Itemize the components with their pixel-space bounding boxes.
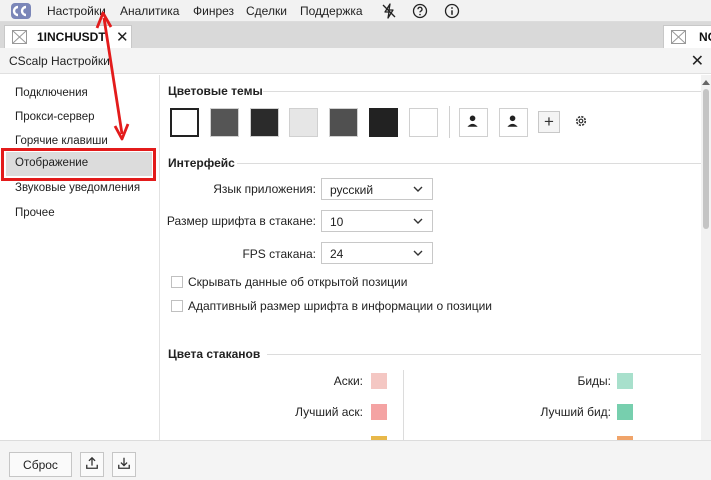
best-ask-color-swatch[interactable]: [371, 404, 387, 420]
sidebar-item-hotkeys[interactable]: Горячие клавиши: [15, 135, 108, 147]
add-theme-button[interactable]: +: [538, 111, 560, 133]
user-theme-icon: [467, 115, 478, 127]
best-ask-label: Лучший аск:: [295, 405, 363, 419]
custom-theme-button-2[interactable]: [499, 108, 528, 137]
custom-theme-button-1[interactable]: [459, 108, 488, 137]
theme-swatch-mid-gray[interactable]: [329, 108, 358, 137]
top-menu-bar: Настройки Аналитика Финрез Сделки Поддер…: [0, 0, 711, 22]
color-columns-separator: [403, 370, 404, 440]
sidebar-item-sound-notifications[interactable]: Звуковые уведомления: [15, 182, 140, 194]
instrument-tab-bar: 1INCHUSDT ✕ NC: [0, 22, 711, 48]
hide-position-checkbox[interactable]: [171, 276, 183, 288]
scroll-up-icon[interactable]: [702, 80, 710, 85]
theme-swatch-gray[interactable]: [210, 108, 239, 137]
user-theme-icon: [507, 115, 518, 127]
content-scrollbar[interactable]: [701, 75, 711, 440]
section-title-color-themes: Цветовые темы: [168, 84, 263, 98]
font-size-value: 10: [330, 215, 344, 229]
sidebar-item-proxy[interactable]: Прокси-сервер: [15, 111, 95, 123]
font-size-select[interactable]: 10: [321, 210, 433, 232]
bids-color-swatch[interactable]: [617, 373, 633, 389]
section-title-book-colors: Цвета стаканов: [168, 347, 261, 361]
settings-footer: Сброс: [0, 440, 711, 480]
asks-label: Аски:: [333, 374, 363, 388]
upload-icon: [86, 456, 98, 469]
best-bid-label: Лучший бид:: [540, 405, 611, 419]
window-title: CScalp Настройки: [9, 54, 110, 68]
adaptive-font-checkbox[interactable]: [171, 300, 183, 312]
theme-swatch-dark[interactable]: [250, 108, 279, 137]
info-icon[interactable]: [444, 3, 460, 19]
instrument-placeholder-icon: [671, 30, 686, 44]
chevron-down-icon: [413, 250, 423, 256]
menu-finrez[interactable]: Финрез: [193, 4, 234, 18]
close-window-icon[interactable]: ✕: [691, 51, 704, 71]
language-label: Язык приложения:: [213, 182, 316, 196]
bids-label: Биды:: [577, 374, 611, 388]
theme-swatch-white[interactable]: [170, 108, 199, 137]
section-title-interface: Интерфейс: [168, 156, 235, 170]
close-icon[interactable]: ✕: [116, 28, 129, 46]
settings-sidebar: Подключения Прокси-сервер Горячие клавиш…: [0, 75, 160, 440]
chevron-down-icon: [413, 186, 423, 192]
settings-content: Цветовые темы + Интерфейс Язык приложени…: [161, 75, 701, 440]
chevron-down-icon: [413, 218, 423, 224]
menu-support[interactable]: Поддержка: [300, 4, 363, 18]
theme-swatch-light-gray[interactable]: [289, 108, 318, 137]
menu-settings[interactable]: Настройки: [47, 4, 106, 18]
language-value: русский: [330, 183, 374, 197]
help-icon[interactable]: [412, 3, 428, 19]
annotation-highlight-box: [1, 148, 156, 181]
theme-swatch-white-2[interactable]: [409, 108, 438, 137]
fps-label: FPS стакана:: [242, 247, 316, 261]
theme-swatch-black[interactable]: [369, 108, 398, 137]
settings-window-header: CScalp Настройки ✕: [0, 48, 711, 74]
language-select[interactable]: русский: [321, 178, 433, 200]
section-divider: [237, 163, 701, 164]
tab-1inchusdt[interactable]: 1INCHUSDT ✕: [4, 25, 132, 48]
export-button[interactable]: [80, 452, 104, 477]
tab-label: 1INCHUSDT: [37, 30, 106, 44]
theme-separator: [449, 106, 450, 138]
lightning-off-icon[interactable]: [381, 3, 397, 19]
asks-color-swatch[interactable]: [371, 373, 387, 389]
fps-value: 24: [330, 247, 344, 261]
best-bid-color-swatch[interactable]: [617, 404, 633, 420]
menu-analytics[interactable]: Аналитика: [120, 4, 179, 18]
scroll-thumb[interactable]: [703, 89, 709, 229]
section-divider: [267, 354, 701, 355]
tab-second-instrument[interactable]: NC: [663, 25, 711, 48]
fps-select[interactable]: 24: [321, 242, 433, 264]
gear-icon[interactable]: [574, 114, 588, 128]
cscalp-logo-icon: [11, 3, 31, 19]
font-size-label: Размер шрифта в стакане:: [166, 214, 316, 228]
sidebar-item-other[interactable]: Прочее: [15, 207, 55, 219]
hide-position-label: Скрывать данные об открытой позиции: [188, 275, 408, 289]
download-icon: [118, 457, 130, 469]
instrument-placeholder-icon: [12, 30, 27, 44]
sidebar-item-connections[interactable]: Подключения: [15, 87, 88, 99]
tab-label: NC: [699, 30, 711, 44]
menu-deals[interactable]: Сделки: [246, 4, 287, 18]
import-button[interactable]: [112, 452, 136, 477]
section-divider: [263, 91, 701, 92]
reset-button[interactable]: Сброс: [9, 452, 72, 477]
adaptive-font-label: Адаптивный размер шрифта в информации о …: [188, 299, 492, 313]
